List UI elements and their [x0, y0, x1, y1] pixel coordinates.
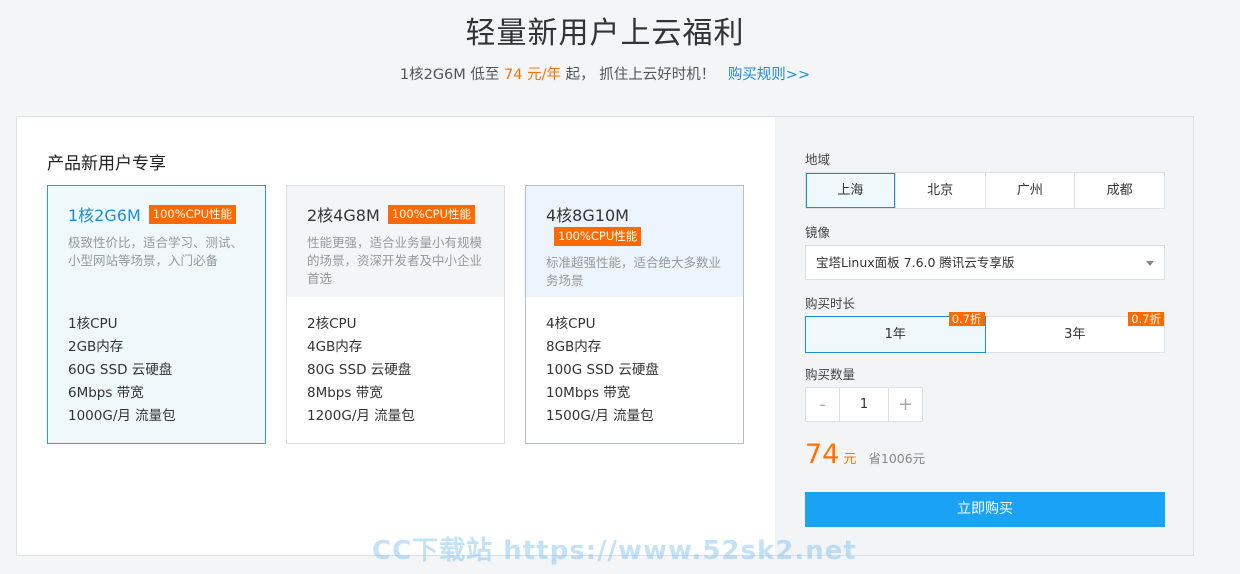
- region-option-shanghai[interactable]: 上海: [806, 173, 895, 208]
- plan-card-1c2g6m[interactable]: 1核2G6M 100%CPU性能 极致性价比，适合学习、测试、小型网站等场景，入门…: [47, 185, 266, 444]
- region-selector: 上海 北京 广州 成都: [805, 172, 1165, 209]
- duration-label-text: 3年: [1064, 327, 1086, 342]
- quantity-label: 购买数量: [805, 367, 856, 382]
- spec-cpu: 2核CPU: [307, 316, 357, 332]
- plan-name: 4核8G10M: [546, 206, 629, 225]
- plan-card-4c8g10m[interactable]: 4核8G10M 100%CPU性能 标准超强性能，适合绝大多数业务场景 4核CPU…: [525, 185, 744, 444]
- plan-name: 1核2G6M: [68, 206, 141, 225]
- spec-traffic: 1500G/月 流量包: [546, 408, 654, 424]
- spec-memory: 8GB内存: [546, 339, 602, 355]
- image-label: 镜像: [805, 225, 831, 240]
- duration-label: 购买时长: [805, 296, 856, 311]
- decrease-quantity-button[interactable]: -: [806, 388, 839, 421]
- cpu-performance-badge: 100%CPU性能: [554, 227, 642, 246]
- price-amount: 74: [805, 439, 840, 470]
- spec-disk: 60G SSD 云硬盘: [68, 362, 173, 378]
- region-option-chengdu[interactable]: 成都: [1074, 173, 1164, 208]
- spec-cpu: 1核CPU: [68, 316, 118, 332]
- subtitle-suffix: 起， 抓住上云好时机！: [565, 67, 716, 83]
- plan-name: 2核4G8M: [307, 206, 380, 225]
- spec-cpu: 4核CPU: [546, 316, 596, 332]
- image-select-value: 宝塔Linux面板 7.6.0 腾讯云专享版: [816, 255, 1015, 270]
- offer-panel: 产品新用户专享 1核2G6M 100%CPU性能 极致性价比，适合学习、测试、小型…: [16, 116, 1194, 556]
- image-select[interactable]: 宝塔Linux面板 7.6.0 腾讯云专享版: [805, 245, 1165, 280]
- spec-traffic: 1000G/月 流量包: [68, 408, 176, 424]
- plan-description: 极致性价比，适合学习、测试、小型网站等场景，入门必备: [68, 235, 244, 268]
- quantity-stepper: - 1 +: [805, 387, 923, 422]
- duration-label-text: 1年: [884, 327, 906, 342]
- spec-bandwidth: 6Mbps 带宽: [68, 385, 144, 401]
- page-title: 轻量新用户上云福利: [465, 16, 745, 51]
- spec-memory: 2GB内存: [68, 339, 124, 355]
- spec-disk: 80G SSD 云硬盘: [307, 362, 412, 378]
- spec-bandwidth: 8Mbps 带宽: [307, 385, 383, 401]
- site-watermark: CC下载站 https://www.52sk2.net: [372, 536, 857, 566]
- spec-bandwidth: 10Mbps 带宽: [546, 385, 631, 401]
- spec-disk: 100G SSD 云硬盘: [546, 362, 659, 378]
- plan-card-header: 1核2G6M 100%CPU性能 极致性价比，适合学习、测试、小型网站等场景，入门…: [48, 186, 265, 297]
- purchase-rules-link[interactable]: 购买规则>>: [728, 67, 810, 83]
- plan-specs: 1核CPU 2GB内存 60G SSD 云硬盘 6Mbps 带宽 1000G/月…: [48, 297, 265, 428]
- plan-description: 性能更强，适合业务量小有规模的场景，资深开发者及中小企业首选: [307, 235, 483, 286]
- discount-badge: 0.7折: [948, 312, 985, 326]
- savings-text: 省1006元: [868, 451, 926, 466]
- price-unit: 元: [843, 452, 857, 467]
- discount-badge: 0.7折: [1128, 312, 1164, 326]
- spec-traffic: 1200G/月 流量包: [307, 408, 415, 424]
- increase-quantity-button[interactable]: +: [889, 388, 922, 421]
- chevron-down-icon: [1146, 261, 1154, 266]
- subtitle-price: 74 元/年: [504, 67, 561, 83]
- plan-card-header: 4核8G10M 100%CPU性能 标准超强性能，适合绝大多数业务场景: [526, 186, 743, 297]
- plan-card-header: 2核4G8M 100%CPU性能 性能更强，适合业务量小有规模的场景，资深开发者及…: [287, 186, 504, 297]
- duration-option-1-year[interactable]: 1年 0.7折: [805, 312, 986, 353]
- section-title: 产品新用户专享: [47, 154, 166, 174]
- region-label: 地域: [805, 152, 831, 167]
- order-pane: 地域 上海 北京 广州 成都 镜像 宝塔Linux面板 7.6.0 腾讯云专享版…: [775, 117, 1193, 555]
- region-option-beijing[interactable]: 北京: [894, 173, 985, 208]
- cpu-performance-badge: 100%CPU性能: [148, 204, 237, 224]
- duration-option-3-year[interactable]: 3年 0.7折: [985, 312, 1165, 353]
- plan-description: 标准超强性能，适合绝大多数业务场景: [546, 255, 722, 288]
- promo-subtitle: 1核2G6M 低至 74 元/年 起， 抓住上云好时机！ 购买规则>>: [0, 63, 1210, 84]
- quantity-input[interactable]: 1: [839, 388, 889, 421]
- region-option-guangzhou[interactable]: 广州: [984, 173, 1075, 208]
- plan-specs: 4核CPU 8GB内存 100G SSD 云硬盘 10Mbps 带宽 1500G…: [526, 297, 743, 428]
- plan-specs: 2核CPU 4GB内存 80G SSD 云硬盘 8Mbps 带宽 1200G/月…: [287, 297, 504, 428]
- subtitle-prefix: 1核2G6M 低至: [399, 67, 500, 83]
- plan-card-2c4g8m[interactable]: 2核4G8M 100%CPU性能 性能更强，适合业务量小有规模的场景，资深开发者及…: [286, 185, 505, 444]
- spec-memory: 4GB内存: [307, 339, 363, 355]
- cpu-performance-badge: 100%CPU性能: [387, 204, 476, 224]
- duration-selector: 1年 0.7折 3年 0.7折: [805, 312, 1165, 353]
- buy-now-button[interactable]: 立即购买: [805, 492, 1165, 527]
- price-summary: 74 元省1006元: [805, 439, 925, 470]
